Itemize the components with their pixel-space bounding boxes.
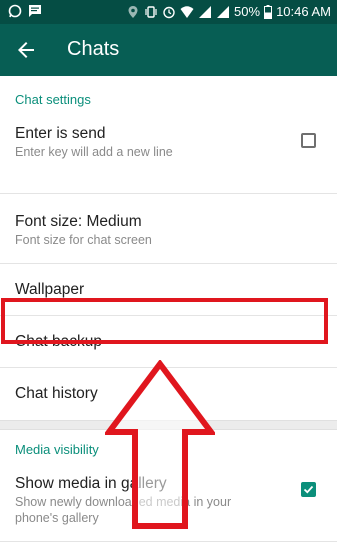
- setting-enter-is-send[interactable]: Enter is send Enter key will add a new l…: [0, 124, 337, 194]
- arrow-back-icon[interactable]: [14, 38, 38, 62]
- check-icon: [303, 485, 314, 494]
- battery-icon: [264, 4, 273, 19]
- enter-is-send-checkbox[interactable]: [301, 133, 316, 148]
- setting-font-size[interactable]: Font size: Medium Font size for chat scr…: [0, 194, 337, 264]
- signal-icon: [199, 5, 212, 18]
- highlight-box: [1, 298, 328, 344]
- vibrate-icon: [145, 5, 157, 18]
- status-bar-right: 50% 10:46 AM: [126, 3, 331, 20]
- signal-icon: [217, 5, 230, 18]
- message-icon: [29, 5, 41, 17]
- whatsapp-icon: [8, 4, 22, 18]
- status-bar-left: [8, 4, 42, 18]
- status-bar: 50% 10:46 AM: [0, 0, 337, 24]
- arrow-up-icon: [105, 360, 215, 529]
- section-header-chat-settings: Chat settings: [15, 92, 91, 107]
- alarm-icon: [163, 6, 175, 18]
- setting-title: Wallpaper: [15, 281, 85, 298]
- setting-subtitle: Enter key will add a new line: [15, 145, 173, 159]
- app-toolbar: Chats: [0, 24, 337, 76]
- location-icon: [128, 5, 138, 18]
- wifi-icon: [180, 5, 194, 18]
- setting-subtitle: Font size for chat screen: [15, 233, 152, 247]
- battery-percent: 50%: [234, 4, 261, 19]
- setting-title: Enter is send: [15, 125, 106, 142]
- show-media-checkbox[interactable]: [301, 482, 316, 497]
- clock: 10:46 AM: [276, 4, 331, 19]
- page-title: Chats: [67, 38, 120, 60]
- setting-title: Font size: Medium: [15, 213, 142, 230]
